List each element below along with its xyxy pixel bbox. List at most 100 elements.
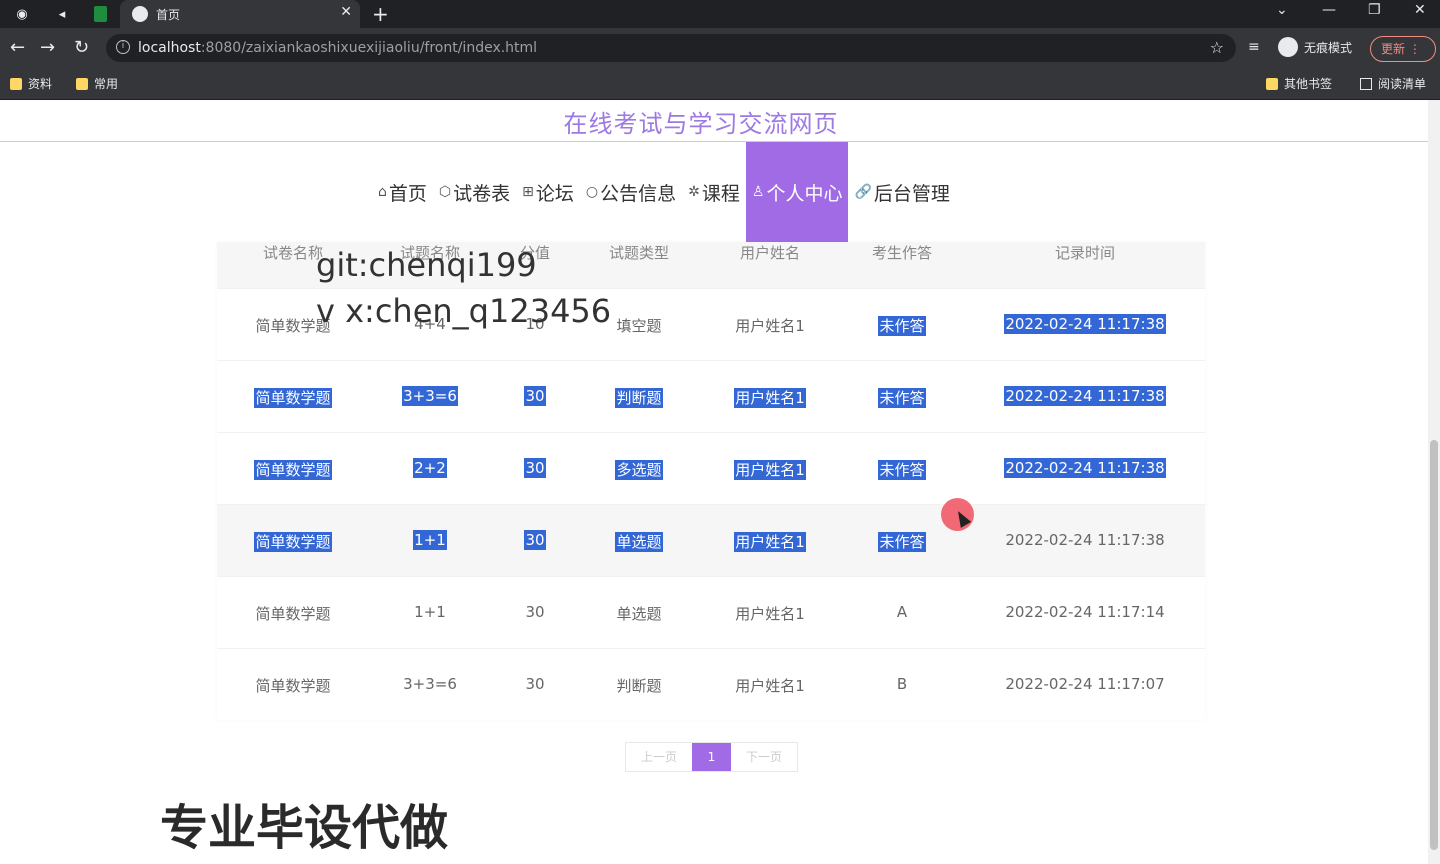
globe-icon[interactable]: ◉ (12, 4, 32, 24)
bookmarks-bar: 资料 常用 其他书签 阅读清单 (0, 68, 1440, 100)
cell-text: 2022-02-24 11:17:38 (1004, 314, 1166, 334)
address-bar: ← → ↻ i localhost:8080/zaixiankaoshixuex… (0, 28, 1440, 68)
table-row[interactable]: 简单数学题 3+3=6 30 判断题 用户姓名1 B 2022-02-24 11:17:07 (217, 648, 1205, 720)
main-nav: ⌂ 首页 ⬡ 试卷表 ⊞ 论坛 ○ 公告信息 ✲ 课程 ♙ 个人中心 🔗 后台管理 (372, 142, 956, 242)
reading-list[interactable]: 阅读清单 (1360, 75, 1426, 92)
table-row[interactable]: 简单数学题 1+1 30 单选题 用户姓名1 未作答 2022-02-24 11:17:38 (217, 504, 1205, 576)
promo-text: 专业毕设代做 (160, 800, 449, 856)
site-info-icon[interactable]: i (116, 40, 130, 54)
folder-icon (10, 77, 22, 90)
cell-text: 用户姓名1 (734, 460, 806, 480)
home-icon: ⌂ (378, 184, 387, 200)
cell-text: 未作答 (878, 316, 926, 336)
nav-item-admin[interactable]: 🔗 后台管理 (848, 142, 955, 242)
back-icon[interactable]: ← (10, 37, 25, 58)
table-cell: 1+1 (375, 530, 485, 550)
cell-text: 3+3=6 (402, 386, 458, 406)
nav-item-forum[interactable]: ⊞ 论坛 (516, 142, 580, 242)
cell-text: A (896, 603, 908, 621)
watermark-line: git:chenqi199 (316, 246, 537, 284)
sheets-icon[interactable] (90, 4, 110, 24)
cell-text: 单选题 (615, 532, 663, 552)
column-header: 试题类型 (608, 244, 669, 262)
column-header: 用户姓名 (739, 244, 800, 262)
minimize-icon[interactable]: — (1322, 2, 1336, 18)
table-row[interactable]: 简单数学题 2+2 30 多选题 用户姓名1 未作答 2022-02-24 11:17:38 (217, 432, 1205, 504)
new-tab-icon[interactable]: + (372, 2, 389, 26)
table-cell: 简单数学题 (228, 675, 358, 696)
cell-text: 1+1 (413, 530, 447, 550)
cell-text: 未作答 (878, 460, 926, 480)
incognito-indicator[interactable]: 无痕模式 (1278, 37, 1352, 57)
table-cell: 3+3=6 (375, 675, 485, 693)
bookmark-label: 阅读清单 (1378, 77, 1427, 91)
cell-text: 用户姓名1 (735, 605, 805, 623)
scroll-thumb[interactable] (1430, 440, 1438, 850)
table-row[interactable]: 简单数学题 3+3=6 30 判断题 用户姓名1 未作答 2022-02-24 11:17:… (217, 360, 1205, 432)
cell-text: 用户姓名1 (734, 388, 806, 408)
table-cell: 简单数学题 (228, 603, 358, 624)
cell-text: 简单数学题 (254, 460, 332, 480)
window-close-icon[interactable]: ✕ (1414, 2, 1426, 18)
current-page-button[interactable]: 1 (692, 743, 731, 771)
update-button[interactable]: 更新 ⋮ (1370, 36, 1436, 62)
table-cell: 2+2 (375, 458, 485, 478)
reload-icon[interactable]: ↻ (74, 37, 89, 58)
bookmark-label: 其他书签 (1284, 77, 1333, 91)
table-cell: 1+1 (375, 603, 485, 621)
next-page-button[interactable]: 下一页 (731, 743, 797, 771)
table-cell: 未作答 (847, 315, 957, 336)
cell-text: 单选题 (616, 605, 662, 623)
table-cell: 单选题 (584, 531, 694, 552)
table-cell: 判断题 (584, 387, 694, 408)
cell-text: 多选题 (615, 460, 663, 480)
cell-text: 30 (524, 386, 546, 406)
table-cell: 未作答 (847, 387, 957, 408)
watermark-line: v x:chen_q123456 (316, 292, 612, 330)
folder-icon (76, 77, 88, 90)
bookmark-folder[interactable]: 常用 (76, 75, 118, 92)
table-cell: 2022-02-24 11:17:38 (965, 458, 1205, 478)
nav-item-home[interactable]: ⌂ 首页 (372, 142, 433, 242)
close-tab-icon[interactable]: ✕ (340, 4, 352, 20)
cell-text: 用户姓名1 (735, 677, 805, 695)
tab-search-icon[interactable]: ⌄ (1276, 2, 1288, 18)
other-bookmarks[interactable]: 其他书签 (1266, 75, 1332, 92)
browser-tab[interactable]: 首页 ✕ (120, 0, 360, 28)
cell-text: 30 (525, 675, 545, 693)
user-icon: ♙ (751, 184, 765, 200)
update-label: 更新 (1381, 42, 1406, 56)
table-cell: 未作答 (847, 459, 957, 480)
table-cell: B (847, 675, 957, 693)
nav-label: 公告信息 (600, 182, 677, 205)
table-cell: 30 (505, 675, 565, 693)
table-cell: 3+3=6 (375, 386, 485, 406)
nav-item-profile[interactable]: ♙ 个人中心 (745, 142, 849, 242)
table-cell: 30 (505, 530, 565, 550)
table-cell: 简单数学题 (228, 531, 358, 552)
reading-mode-icon[interactable]: ≡ (1248, 39, 1260, 55)
nav-label: 课程 (701, 182, 740, 205)
nav-item-course[interactable]: ✲ 课程 (682, 142, 746, 242)
page-scrollbar[interactable] (1428, 100, 1440, 864)
table-row[interactable]: 简单数学题 1+1 30 单选题 用户姓名1 A 2022-02-24 11:17:14 (217, 576, 1205, 648)
table-cell: 用户姓名1 (705, 387, 835, 408)
url-input[interactable]: i localhost:8080/zaixiankaoshixuexijiaol… (106, 34, 1236, 62)
nav-item-notice[interactable]: ○ 公告信息 (580, 142, 682, 242)
forward-icon[interactable]: → (40, 37, 55, 58)
bookmark-star-icon[interactable]: ☆ (1210, 38, 1224, 57)
gear-icon: ✲ (688, 184, 700, 200)
cell-text: 2022-02-24 11:17:38 (1005, 531, 1165, 549)
restore-icon[interactable]: ❐ (1368, 2, 1381, 18)
link-icon: 🔗 (854, 184, 872, 200)
cell-text: 简单数学题 (254, 532, 332, 552)
bookmark-folder[interactable]: 资料 (10, 75, 52, 92)
prev-page-button[interactable]: 上一页 (626, 743, 692, 771)
table-cell: 30 (505, 603, 565, 621)
nav-item-papers[interactable]: ⬡ 试卷表 (433, 142, 516, 242)
table-cell: 用户姓名1 (705, 675, 835, 696)
cell-text: 判断题 (616, 677, 662, 695)
reading-list-icon (1360, 77, 1372, 90)
cell-text: 2022-02-24 11:17:38 (1004, 386, 1166, 406)
mute-icon[interactable]: ◂ (52, 4, 72, 24)
